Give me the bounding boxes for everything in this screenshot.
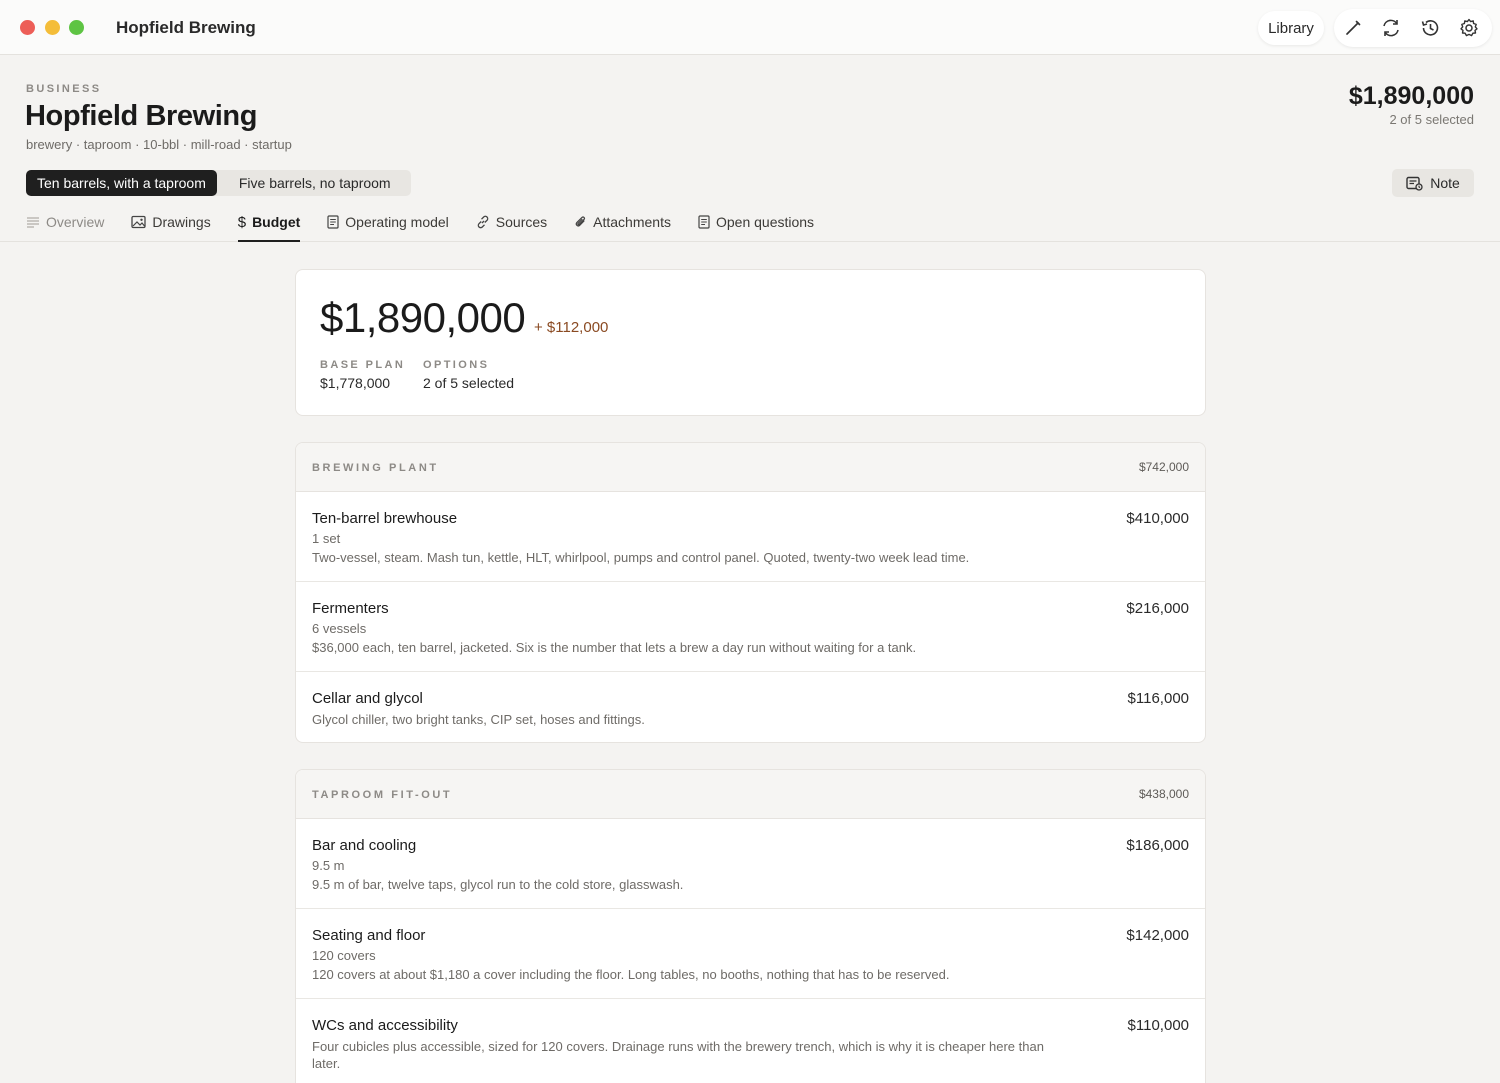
doc-icon bbox=[327, 215, 339, 229]
tab-sources[interactable]: Sources bbox=[476, 206, 547, 242]
item-description: Glycol chiller, two bright tanks, CIP se… bbox=[312, 712, 645, 727]
scenario-option-other[interactable]: Five barrels, no taproom bbox=[217, 170, 411, 196]
budget-line-item[interactable]: Fermenters 6 vessels $36,000 each, ten b… bbox=[296, 582, 1205, 672]
library-button[interactable]: Library bbox=[1258, 11, 1324, 45]
item-amount: $186,000 bbox=[1126, 837, 1189, 854]
section-total: $742,000 bbox=[1138, 460, 1189, 474]
history-icon[interactable] bbox=[1419, 17, 1441, 39]
options-value: 2 of 5 selected bbox=[423, 375, 515, 391]
tab-open-questions[interactable]: Open questions bbox=[698, 206, 814, 242]
business-header: BUSINESS Hopfield Brewing brewery · tapr… bbox=[0, 56, 1500, 242]
tab-operating-model[interactable]: Operating model bbox=[327, 206, 449, 242]
budget-summary-card: $1,890,000 + $112,000 BASE PLAN $1,778,0… bbox=[295, 269, 1206, 416]
note-icon bbox=[1406, 176, 1423, 191]
options-label: OPTIONS bbox=[423, 359, 490, 371]
paperclip-icon bbox=[575, 216, 586, 227]
pencil-icon[interactable] bbox=[1342, 17, 1364, 39]
window-title: Hopfield Brewing bbox=[116, 18, 256, 37]
item-description: 9.5 m of bar, twelve taps, glycol run to… bbox=[312, 877, 684, 892]
item-amount: $142,000 bbox=[1126, 927, 1189, 944]
item-description: Two-vessel, steam. Mash tun, kettle, HLT… bbox=[312, 550, 970, 565]
page-title: Hopfield Brewing bbox=[25, 100, 258, 132]
tab-attachments[interactable]: Attachments bbox=[574, 206, 671, 242]
budget-section-taproom-fit-out: TAPROOM FIT-OUT $438,000 Bar and cooling… bbox=[295, 769, 1206, 1083]
item-description: 120 covers at about $1,180 a cover inclu… bbox=[312, 967, 950, 982]
tab-label: Overview bbox=[46, 214, 105, 230]
note-button[interactable]: Note bbox=[1392, 169, 1474, 197]
item-name: Ten-barrel brewhouse bbox=[312, 510, 458, 527]
section-header: TAPROOM FIT-OUT $438,000 bbox=[296, 770, 1205, 819]
tab-overview[interactable]: Overview bbox=[26, 206, 104, 242]
minimize-window-button[interactable] bbox=[45, 20, 60, 35]
budget-line-item[interactable]: Bar and cooling 9.5 m 9.5 m of bar, twel… bbox=[296, 819, 1205, 909]
tab-label: Operating model bbox=[345, 214, 449, 230]
item-description: $36,000 each, ten barrel, jacketed. Six … bbox=[312, 640, 917, 655]
sync-icon[interactable] bbox=[1380, 17, 1402, 39]
tab-budget[interactable]: $ Budget bbox=[237, 206, 301, 242]
budget-line-item[interactable]: WCs and accessibility Four cubicles plus… bbox=[296, 999, 1205, 1083]
item-name: WCs and accessibility bbox=[312, 1017, 458, 1034]
item-amount: $216,000 bbox=[1126, 600, 1189, 617]
dollar-icon: $ bbox=[237, 214, 247, 231]
budget-total: $1,890,000 bbox=[320, 294, 526, 341]
header-selected-count: 2 of 5 selected bbox=[1389, 112, 1474, 127]
section-title: TAPROOM FIT-OUT bbox=[312, 789, 453, 801]
item-name: Bar and cooling bbox=[312, 837, 417, 854]
item-name: Seating and floor bbox=[312, 927, 426, 944]
toolbar-group bbox=[1334, 9, 1492, 47]
item-name: Fermenters bbox=[312, 600, 389, 617]
item-quantity: 120 covers bbox=[312, 948, 376, 963]
link-icon bbox=[477, 215, 489, 229]
tab-label: Budget bbox=[252, 214, 301, 230]
item-amount: $110,000 bbox=[1127, 1017, 1189, 1034]
item-name: Cellar and glycol bbox=[312, 690, 423, 707]
image-icon bbox=[131, 215, 147, 229]
item-amount: $410,000 bbox=[1126, 510, 1189, 527]
budget-section-brewing-plant: BREWING PLANT $742,000 Ten-barrel brewho… bbox=[295, 442, 1206, 743]
options-delta: + $112,000 bbox=[534, 319, 609, 336]
item-quantity: 6 vessels bbox=[312, 621, 367, 636]
tab-label: Sources bbox=[495, 214, 548, 230]
item-description: Four cubicles plus accessible, sized for… bbox=[312, 1039, 1044, 1071]
eyebrow-label: BUSINESS bbox=[26, 83, 102, 95]
scenario-switcher: Ten barrels, with a taproom Five barrels… bbox=[26, 170, 411, 196]
section-total: $438,000 bbox=[1138, 787, 1189, 801]
tab-drawings[interactable]: Drawings bbox=[131, 206, 211, 242]
base-plan-label: BASE PLAN bbox=[320, 359, 406, 371]
budget-line-item[interactable]: Ten-barrel brewhouse 1 set Two-vessel, s… bbox=[296, 492, 1205, 582]
doc-icon bbox=[698, 215, 710, 229]
budget-line-item[interactable]: Seating and floor 120 covers 120 covers … bbox=[296, 909, 1205, 999]
item-quantity: 9.5 m bbox=[312, 858, 345, 873]
zoom-window-button[interactable] bbox=[69, 20, 84, 35]
tab-label: Open questions bbox=[715, 214, 815, 230]
item-quantity: 1 set bbox=[312, 531, 341, 546]
tab-label: Attachments bbox=[593, 214, 671, 230]
base-plan-value: $1,778,000 bbox=[320, 375, 391, 391]
item-amount: $116,000 bbox=[1127, 690, 1189, 707]
section-title: BREWING PLANT bbox=[312, 462, 439, 474]
close-window-button[interactable] bbox=[20, 20, 35, 35]
tab-label: Drawings bbox=[152, 214, 211, 230]
budget-line-item[interactable]: Cellar and glycol Glycol chiller, two br… bbox=[296, 672, 1205, 742]
tag-line: brewery · taproom · 10-bbl · mill-road ·… bbox=[26, 137, 292, 152]
section-header: BREWING PLANT $742,000 bbox=[296, 443, 1205, 492]
header-total: $1,890,000 bbox=[1348, 82, 1474, 110]
gear-icon[interactable] bbox=[1458, 17, 1480, 39]
tab-bar: Overview Drawings $ Budget Operating mod… bbox=[26, 206, 841, 242]
scenario-option-active[interactable]: Ten barrels, with a taproom bbox=[26, 170, 217, 196]
lines-icon bbox=[27, 217, 39, 228]
title-bar: Hopfield Brewing Library bbox=[0, 0, 1500, 55]
note-button-label: Note bbox=[1430, 175, 1460, 191]
